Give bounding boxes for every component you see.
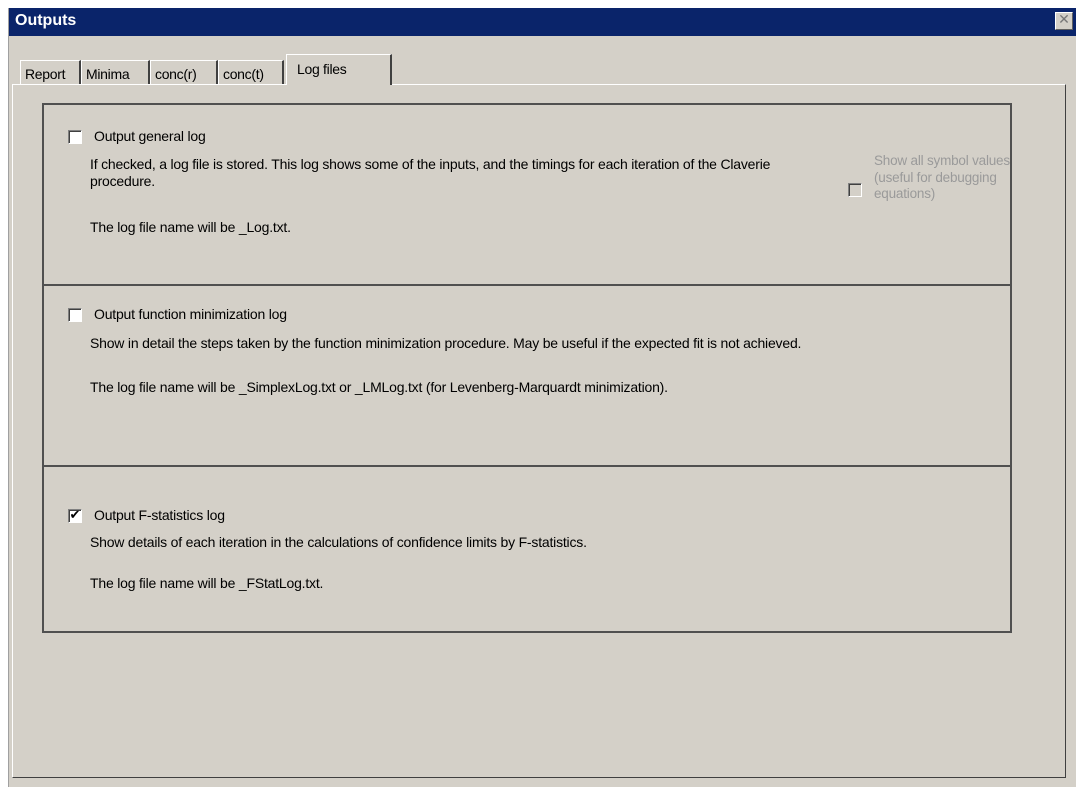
tab-conc-r[interactable]: conc(r) xyxy=(150,60,218,84)
minimization-log-filename-note: The log file name will be _SimplexLog.tx… xyxy=(90,379,668,395)
general-log-description: If checked, a log file is stored. This l… xyxy=(90,156,771,189)
minimization-log-group: Output function minimization log Show in… xyxy=(42,284,1012,467)
general-log-checkbox[interactable] xyxy=(68,130,82,144)
minimization-log-label[interactable]: Output function minimization log xyxy=(94,306,287,322)
general-log-label[interactable]: Output general log xyxy=(94,128,206,144)
tab-minima[interactable]: Minima xyxy=(81,60,150,84)
minimization-log-description: Show in detail the steps taken by the fu… xyxy=(90,335,802,351)
general-log-group: Output general log If checked, a log fil… xyxy=(42,103,1012,286)
fstat-log-description: Show details of each iteration in the ca… xyxy=(90,534,587,550)
window-title: Outputs xyxy=(15,12,77,29)
tab-conc-t[interactable]: conc(t) xyxy=(218,60,284,84)
fstat-log-filename-note: The log file name will be _FStatLog.txt. xyxy=(90,575,324,591)
close-button[interactable]: ✕ xyxy=(1055,12,1073,30)
show-symbols-label[interactable]: Show all symbol values (useful for debug… xyxy=(874,153,1010,203)
show-symbols-checkbox[interactable] xyxy=(848,183,862,197)
fstat-log-group: ✔ Output F-statistics log Show details o… xyxy=(42,465,1012,633)
tab-report[interactable]: Report xyxy=(20,60,81,84)
fstat-log-label[interactable]: Output F-statistics log xyxy=(94,507,225,523)
minimization-log-checkbox[interactable] xyxy=(68,308,82,322)
title-bar[interactable]: Outputs ✕ xyxy=(9,8,1076,38)
general-log-filename-note: The log file name will be _Log.txt. xyxy=(90,219,291,235)
fstat-log-checkbox[interactable]: ✔ xyxy=(68,509,82,523)
tab-log-files[interactable]: Log files xyxy=(286,54,392,85)
